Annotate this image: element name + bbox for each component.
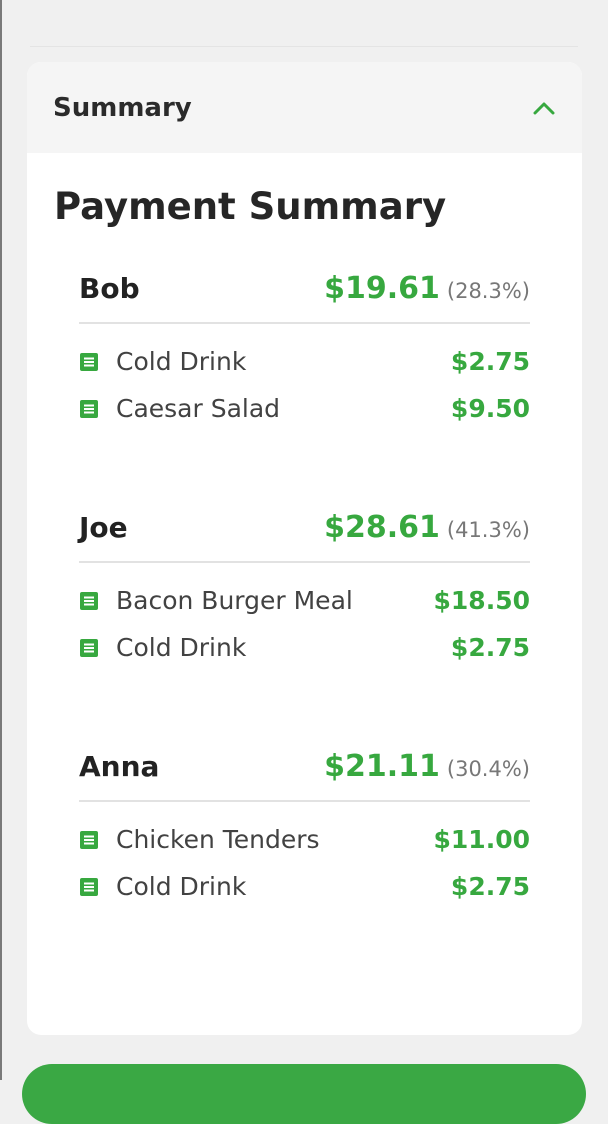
person-percent: (28.3%) [446, 279, 530, 303]
item-name: Bacon Burger Meal [116, 586, 353, 615]
item-price: $18.50 [433, 586, 530, 615]
primary-action-button[interactable] [22, 1064, 586, 1124]
item-price: $2.75 [450, 633, 530, 662]
summary-header[interactable]: Summary [27, 62, 582, 153]
item-name: Cold Drink [116, 872, 247, 901]
receipt-list-icon [80, 591, 98, 610]
receipt-list-icon [80, 830, 98, 849]
divider [30, 46, 578, 47]
list-item: Cold Drink $2.75 [79, 624, 530, 671]
person-amount: $19.61 (28.3%) [324, 271, 530, 306]
item-price: $11.00 [433, 825, 530, 854]
item-list: Bacon Burger Meal $18.50 Cold Drink $2.7… [79, 563, 530, 671]
item-name: Cold Drink [116, 633, 247, 662]
person-section: Anna $21.11 (30.4%) Chicken Tenders $11.0… [79, 737, 530, 910]
person-total: $21.11 [324, 749, 440, 784]
page-title: Payment Summary [54, 185, 447, 228]
item-price: $2.75 [450, 347, 530, 376]
item-price: $2.75 [450, 872, 530, 901]
receipt-list-icon [80, 352, 98, 371]
summary-card: Summary Payment Summary Bob $19.61 (28.3%… [27, 62, 582, 1035]
person-percent: (30.4%) [446, 757, 530, 781]
list-item: Cold Drink $2.75 [79, 338, 530, 385]
person-amount: $28.61 (41.3%) [324, 510, 530, 545]
item-name: Caesar Salad [116, 394, 281, 423]
person-name: Joe [79, 511, 128, 544]
person-section: Bob $19.61 (28.3%) Cold Drink $2.75 Caes… [79, 259, 530, 432]
person-header: Joe $28.61 (41.3%) [79, 498, 530, 563]
chevron-up-icon[interactable] [533, 97, 555, 119]
item-name: Chicken Tenders [116, 825, 320, 854]
list-item: Chicken Tenders $11.00 [79, 816, 530, 863]
list-item: Caesar Salad $9.50 [79, 385, 530, 432]
receipt-list-icon [80, 638, 98, 657]
summary-header-title: Summary [53, 92, 192, 123]
person-header: Bob $19.61 (28.3%) [79, 259, 530, 324]
item-list: Chicken Tenders $11.00 Cold Drink $2.75 [79, 802, 530, 910]
person-name: Anna [79, 750, 160, 783]
receipt-list-icon [80, 877, 98, 896]
person-amount: $21.11 (30.4%) [324, 749, 530, 784]
list-item: Bacon Burger Meal $18.50 [79, 577, 530, 624]
summary-content: Payment Summary Bob $19.61 (28.3%) Cold D… [27, 185, 582, 910]
person-list: Bob $19.61 (28.3%) Cold Drink $2.75 Caes… [54, 259, 530, 910]
person-header: Anna $21.11 (30.4%) [79, 737, 530, 802]
receipt-list-icon [80, 399, 98, 418]
person-percent: (41.3%) [446, 518, 530, 542]
person-section: Joe $28.61 (41.3%) Bacon Burger Meal $18.… [79, 498, 530, 671]
person-total: $19.61 [324, 271, 440, 306]
item-name: Cold Drink [116, 347, 247, 376]
person-total: $28.61 [324, 510, 440, 545]
person-name: Bob [79, 272, 140, 305]
item-list: Cold Drink $2.75 Caesar Salad $9.50 [79, 324, 530, 432]
list-item: Cold Drink $2.75 [79, 863, 530, 910]
item-price: $9.50 [450, 394, 530, 423]
window-edge [0, 0, 2, 1080]
